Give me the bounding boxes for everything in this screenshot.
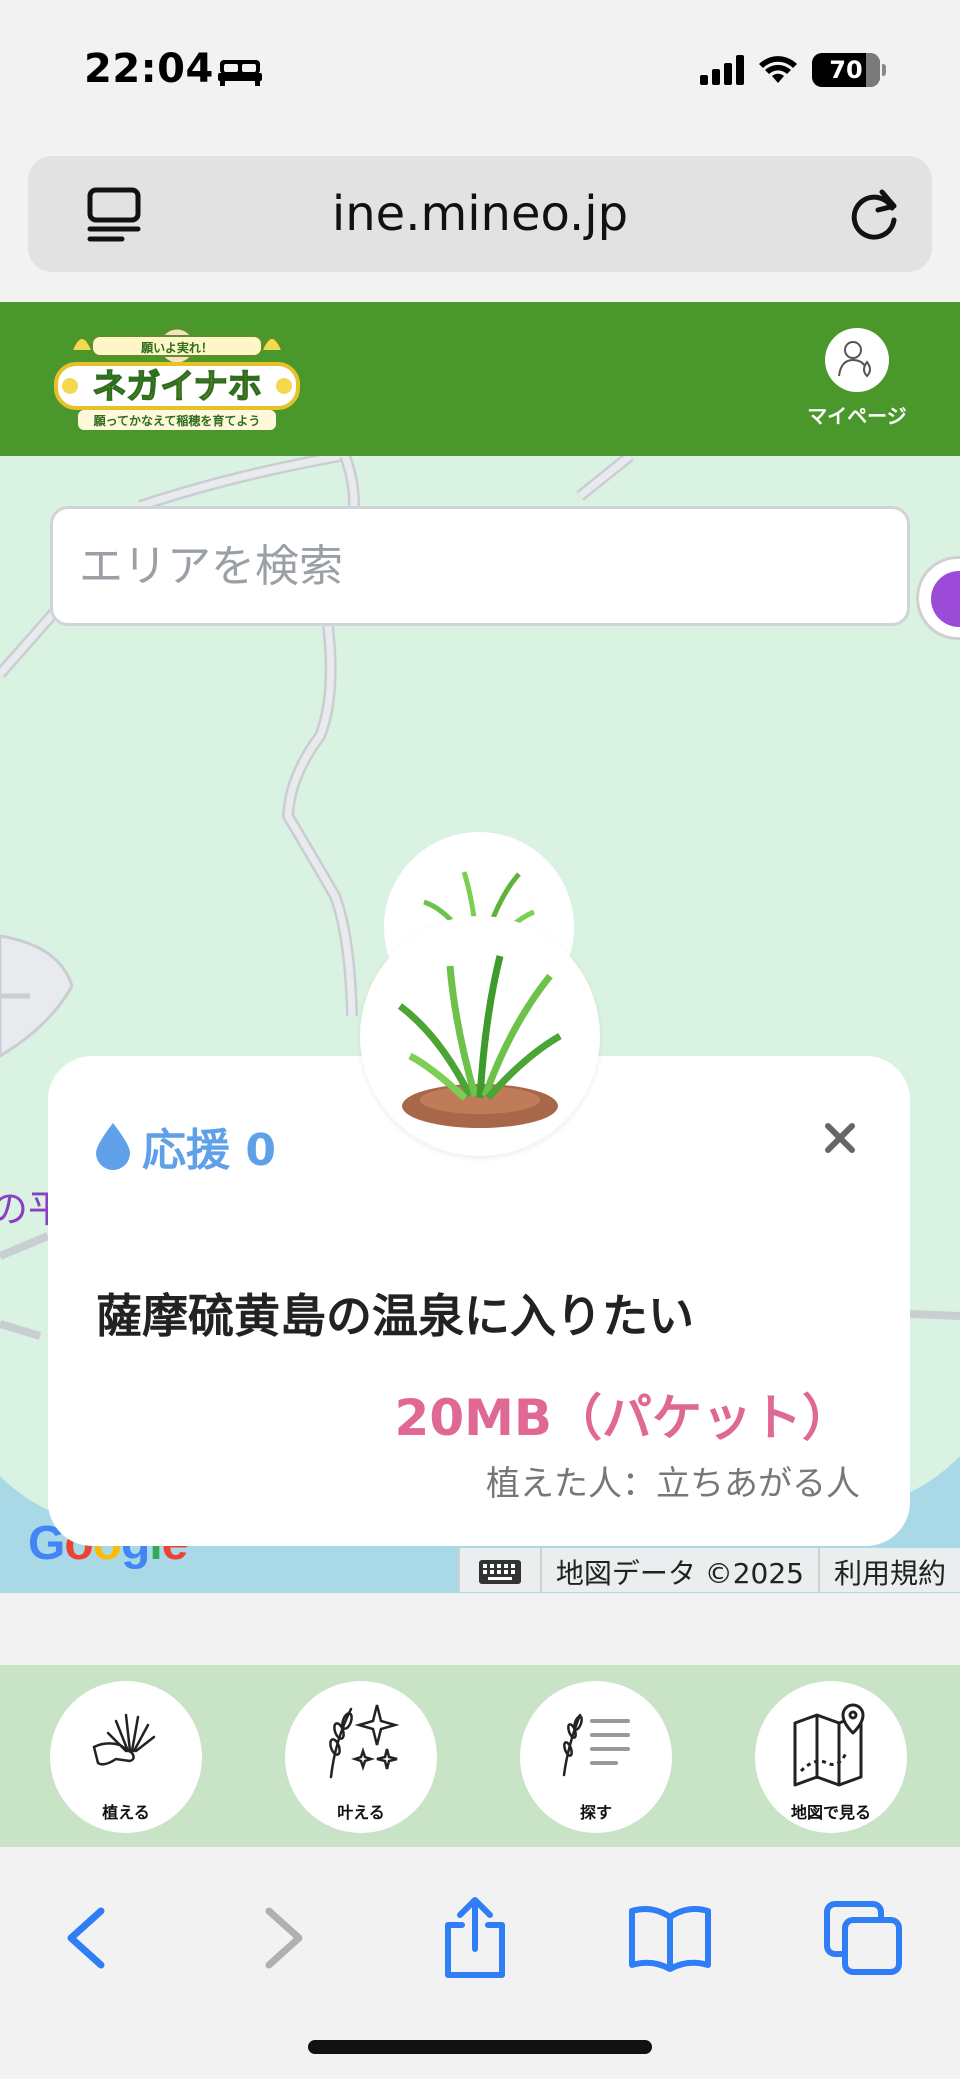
bed-icon — [218, 60, 262, 86]
terms-link[interactable]: 利用規約 — [817, 1548, 960, 1592]
list-rice-icon — [562, 1713, 630, 1777]
plant-marker-selected[interactable] — [360, 916, 600, 1156]
wish-amount: 20MB（パケット） — [394, 1389, 852, 1447]
keyboard-icon — [478, 1560, 521, 1584]
book-icon — [629, 1906, 711, 1972]
tabs-button[interactable] — [818, 1893, 908, 1983]
mypage-button[interactable]: マイページ — [802, 328, 912, 429]
tabs-icon — [824, 1901, 902, 1975]
area-search-box[interactable] — [50, 506, 910, 626]
url-text[interactable]: ine.mineo.jp — [28, 186, 932, 242]
nav-fulfill-button[interactable]: 叶える — [285, 1681, 437, 1833]
back-button[interactable] — [40, 1893, 130, 1983]
wish-title: 薩摩硫黄島の温泉に入りたい — [96, 1289, 694, 1343]
support-label: 応援 0 — [142, 1125, 276, 1176]
bottom-nav: 植える 叶える 探す 地図で見る — [0, 1665, 960, 1847]
support-count[interactable]: 応援 0 — [94, 1114, 276, 1178]
nav-search-label: 探す — [579, 1803, 612, 1822]
water-drop-icon — [96, 1123, 130, 1170]
reload-icon[interactable] — [846, 186, 904, 244]
logo-sub-text: 願ってかなえて稲穂を育てよう — [93, 413, 261, 428]
planter-name: 植えた人：立ちあがる人 — [486, 1464, 860, 1504]
folded-map-icon — [793, 1703, 865, 1787]
nav-fulfill-label: 叶える — [337, 1803, 385, 1822]
status-time: 22:04 — [84, 46, 214, 92]
share-button[interactable] — [430, 1893, 520, 1983]
rice-plant-icon — [397, 955, 562, 1128]
browser-toolbar — [0, 1847, 960, 2079]
app-header: 願いよ実れ！ ネガイナホ 願ってかなえて稲穂を育てよう マイページ — [0, 302, 960, 456]
bookmarks-button[interactable] — [625, 1893, 715, 1983]
nav-map-button[interactable]: 地図で見る — [755, 1681, 907, 1833]
map-attribution: 地図データ ©2025 利用規約 — [457, 1548, 960, 1592]
close-icon[interactable] — [820, 1118, 860, 1158]
nav-plant-label: 植える — [102, 1803, 150, 1822]
nav-map-label: 地図で見る — [790, 1803, 871, 1822]
home-indicator[interactable] — [308, 2040, 652, 2054]
battery-icon: 70 — [812, 53, 886, 87]
user-icon — [825, 328, 889, 392]
plant-hand-icon — [92, 1713, 156, 1766]
status-bar: 22:04 70 — [0, 0, 960, 140]
share-icon — [445, 1897, 505, 1978]
map[interactable]: の平 応援 0 — [0, 456, 960, 1593]
logo-name-text: ネガイナホ — [92, 367, 261, 407]
chevron-right-icon — [265, 1907, 303, 1969]
sparkle-rice-icon — [329, 1704, 400, 1779]
nav-search-button[interactable]: 探す — [520, 1681, 672, 1833]
signal-icon — [700, 55, 744, 85]
battery-level: 70 — [829, 56, 863, 84]
chevron-left-icon — [67, 1907, 105, 1969]
mypage-label: マイページ — [807, 404, 907, 428]
logo-top-text: 願いよ実れ！ — [140, 340, 213, 355]
negaiinaho-logo[interactable]: 願いよ実れ！ ネガイナホ 願ってかなえて稲穂を育てよう — [52, 320, 302, 438]
area-search-input[interactable] — [53, 509, 907, 623]
forward-button[interactable] — [240, 1893, 330, 1983]
map-data-credit[interactable]: 地図データ ©2025 — [539, 1548, 818, 1592]
url-bar[interactable]: ine.mineo.jp — [28, 156, 932, 272]
nav-plant-button[interactable]: 植える — [50, 1681, 202, 1833]
keyboard-shortcuts-button[interactable] — [457, 1548, 540, 1592]
wifi-icon — [759, 56, 797, 83]
